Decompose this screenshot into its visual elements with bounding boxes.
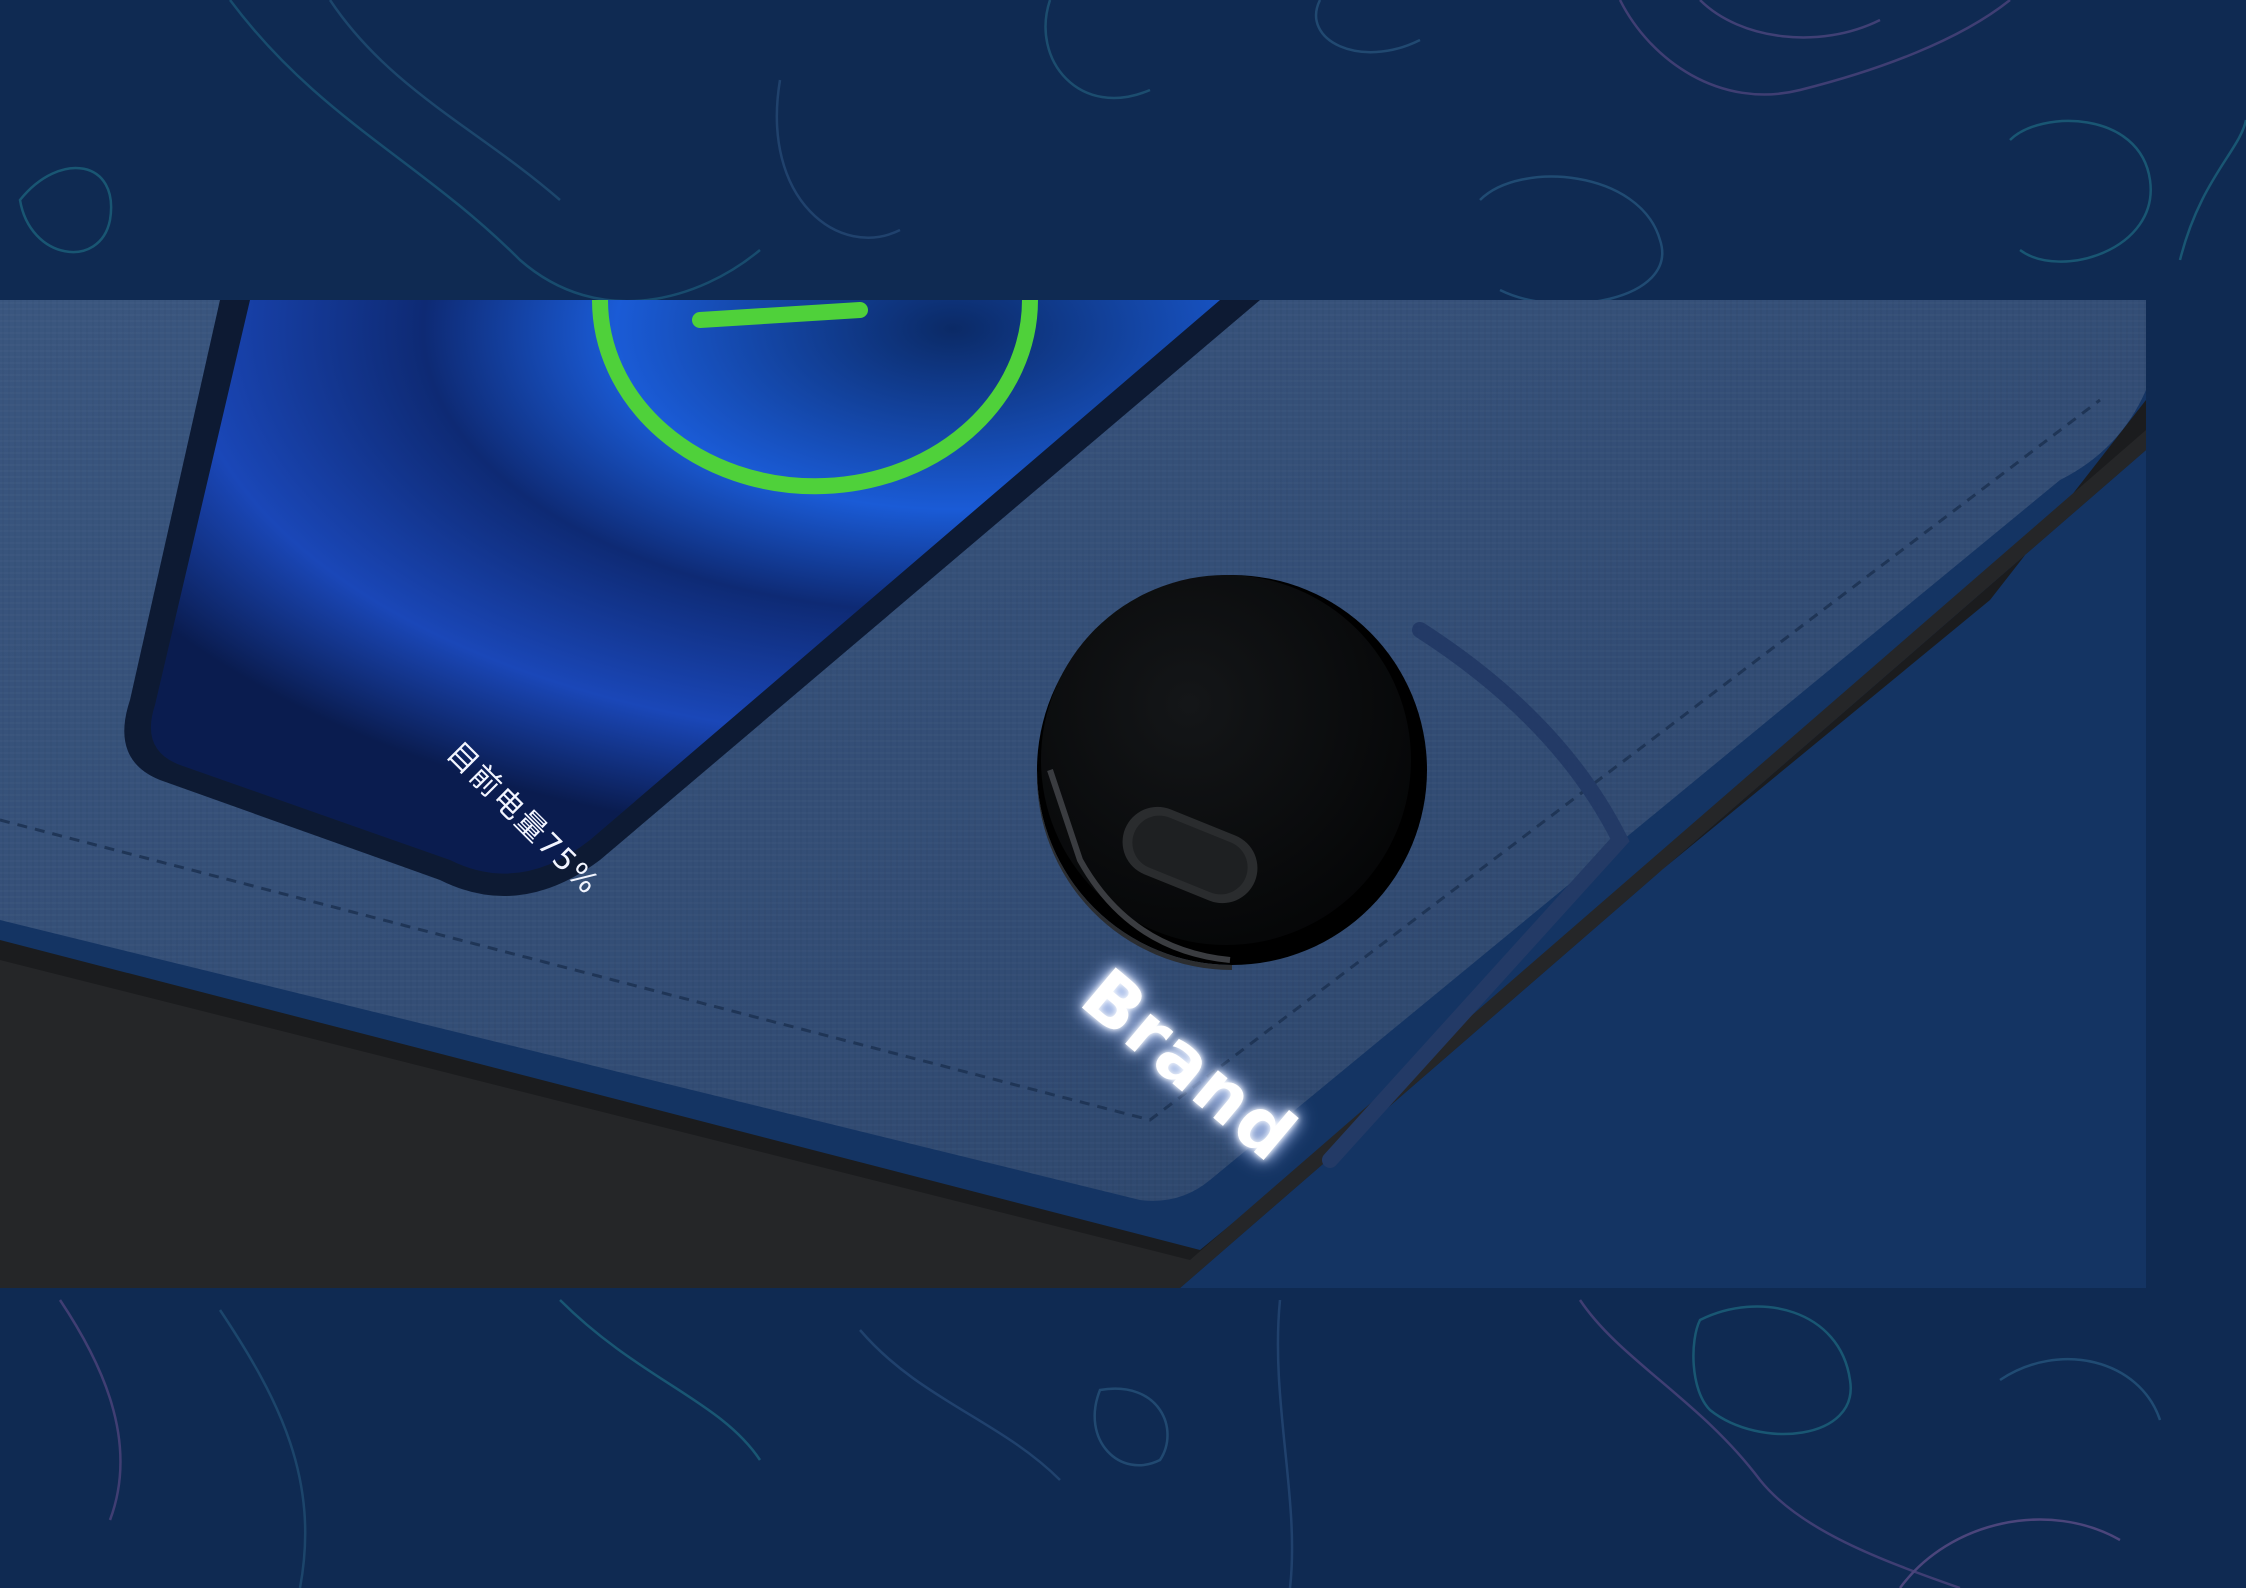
padfolio-illustration	[0, 300, 2146, 1288]
product-photo: 目前电量75% Brand	[0, 300, 2146, 1288]
product-photo-scene: 目前电量75% Brand	[0, 0, 2246, 1588]
